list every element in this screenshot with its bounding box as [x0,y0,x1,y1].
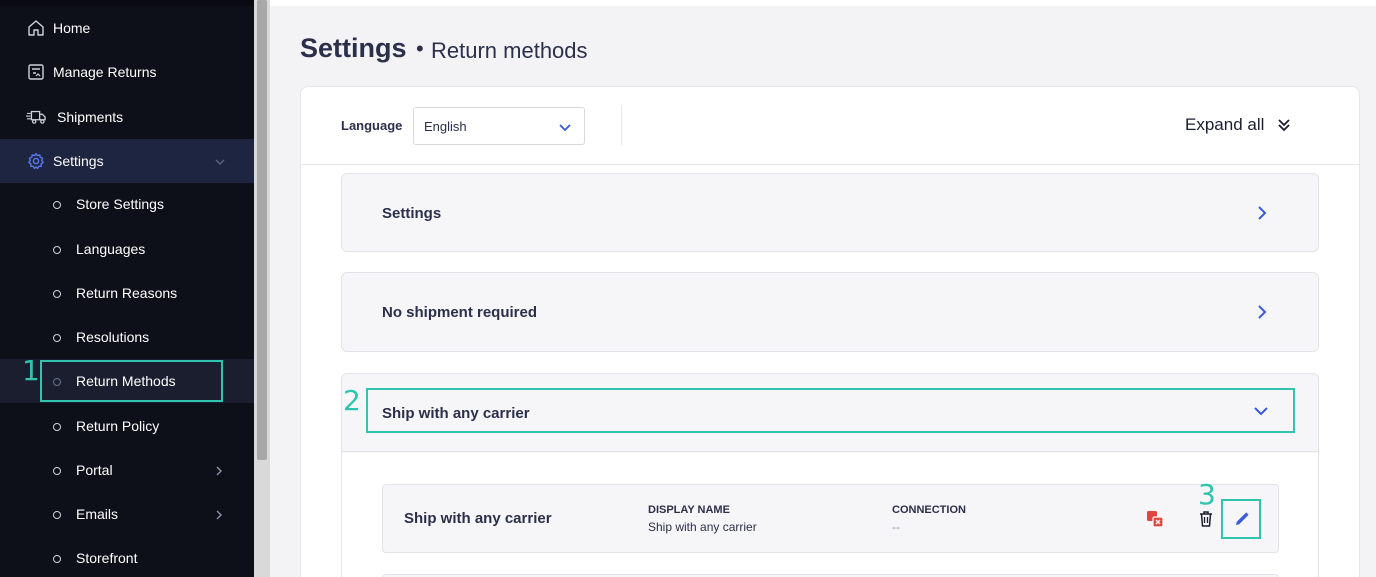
section-no-shipment-required[interactable]: No shipment required [341,272,1319,352]
annotation-box-2 [366,388,1295,433]
sidebar-item-manage-returns[interactable]: Manage Returns [0,50,254,94]
language-select-value: English [424,119,467,134]
sidebar-subitem-label: Return Reasons [76,285,178,301]
bullet-icon [53,555,61,563]
chevron-down-icon [214,155,226,171]
sidebar-subitem-return-reasons[interactable]: Return Reasons [0,271,254,315]
annotation-box-1 [40,360,223,402]
bullet-icon [53,423,61,431]
sidebar-subitem-label: Portal [76,462,113,478]
sidebar-subitem-label: Languages [76,241,146,257]
top-bar [270,0,1376,6]
sidebar-item-label: Shipments [57,109,124,125]
sidebar-subitem-label: Storefront [76,550,138,566]
sidebar-subitem-emails[interactable]: Emails [0,492,254,536]
sidebar-item-settings[interactable]: Settings [0,139,254,183]
trash-icon[interactable] [1198,510,1214,533]
sidebar-scrollbar[interactable] [254,0,270,577]
sidebar-subitem-resolutions[interactable]: Resolutions [0,315,254,359]
bullet-icon [53,511,61,519]
returns-box-icon [26,62,46,82]
bullet-icon [53,467,61,475]
chevron-right-icon [1256,303,1268,326]
gear-icon [26,151,46,171]
bullet-icon [53,246,61,254]
sidebar-subitem-label: Resolutions [76,329,150,345]
sidebar-item-home[interactable]: Home [0,6,254,50]
title-separator: • [416,36,424,61]
section-body: Ship with any carrier DISPLAY NAME Ship … [342,453,1318,577]
chevron-right-icon [214,508,224,524]
truck-icon [26,107,46,127]
double-chevron-down-icon[interactable] [1276,117,1292,138]
bullet-icon [53,201,61,209]
display-name-header: DISPLAY NAME [648,504,730,516]
method-name: Ship with any carrier [404,510,552,527]
sidebar-subitem-languages[interactable]: Languages [0,227,254,271]
bullet-icon [53,290,61,298]
connection-header: CONNECTION [892,504,966,516]
annotation-box-3 [1221,499,1261,539]
chevron-down-icon [558,121,572,139]
expand-all-button[interactable]: Expand all [1185,115,1264,135]
sidebar-subitem-label: Emails [76,506,119,522]
sidebar-subitem-label: Store Settings [76,196,164,212]
language-select[interactable]: English [413,107,585,145]
card-toolbar: Language English Expand all [301,87,1359,165]
scrollbar-thumb[interactable] [257,0,267,460]
sidebar-subitem-return-policy[interactable]: Return Policy [0,404,254,448]
section-title: No shipment required [382,304,538,321]
home-icon [26,18,46,38]
bullet-icon [53,334,61,342]
sidebar-item-label: Manage Returns [53,64,157,80]
sidebar-item-label: Settings [53,153,104,169]
chevron-right-icon [214,464,224,480]
page-subtitle: Return methods [431,38,588,63]
sidebar-subitem-label: Return Policy [76,418,160,434]
annotation-number-1: 1 [22,354,40,387]
sidebar-subitem-storefront[interactable]: Storefront [0,536,254,577]
section-title: Settings [382,205,442,222]
sidebar: Home Manage Returns Shipments Settings S… [0,0,254,577]
disconnect-icon[interactable] [1146,510,1164,533]
sidebar-subitem-portal[interactable]: Portal [0,448,254,492]
sidebar-subitem-store-settings[interactable]: Store Settings [0,182,254,226]
sidebar-item-shipments[interactable]: Shipments [0,95,254,139]
annotation-number-2: 2 [343,384,361,417]
toolbar-divider [621,105,622,145]
language-label: Language [341,118,403,133]
section-settings[interactable]: Settings [341,173,1319,252]
return-method-row: Ship with any carrier DISPLAY NAME Ship … [382,484,1279,553]
sidebar-item-label: Home [53,20,91,36]
connection-value: -- [892,520,900,534]
chevron-right-icon [1256,204,1268,227]
annotation-number-3: 3 [1198,478,1216,511]
page-title: Settings [300,33,407,63]
main-content: Settings • Return methods Language Engli… [270,0,1376,577]
display-name-value: Ship with any carrier [648,520,757,534]
